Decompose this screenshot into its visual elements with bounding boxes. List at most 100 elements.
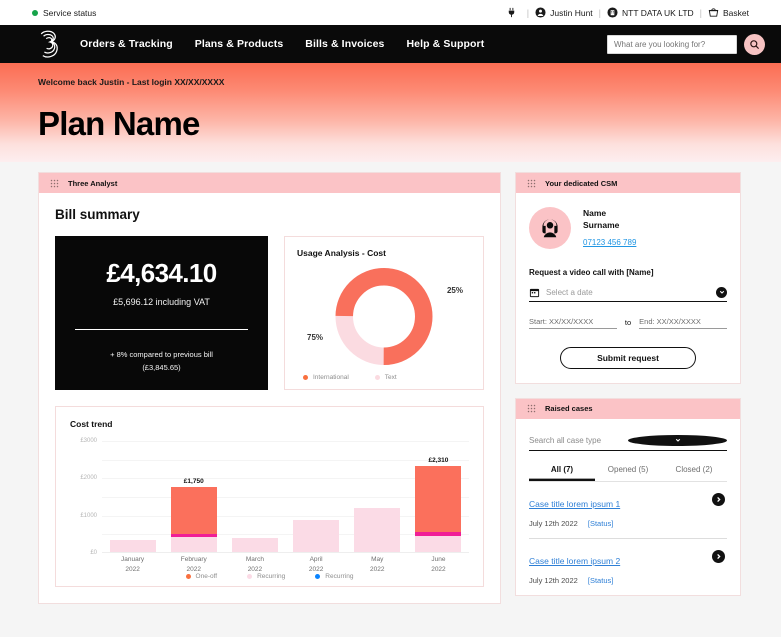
- case-list-item: Case title lorem ipsum 2 July 12th 2022 …: [529, 539, 727, 595]
- chevron-down-icon[interactable]: [628, 434, 727, 446]
- x-tick-june-year: 2022: [431, 565, 446, 573]
- three-analyst-card-header: Three Analyst: [39, 173, 500, 193]
- case-date: July 12th 2022: [529, 575, 578, 585]
- cost-trend-grid: £1,750 £2,310: [102, 441, 469, 553]
- donut-legend-text: Text: [374, 374, 397, 381]
- case-chevron-right-icon[interactable]: [712, 492, 725, 506]
- raised-cases-card: Raised cases Search all case type All (7…: [515, 397, 741, 596]
- cost-trend-x-axis: January 2022 February 2022 March 2022 Ap…: [102, 555, 469, 575]
- utility-item-account[interactable]: Justin Hunt: [535, 7, 593, 18]
- bar-segment-recurring: [415, 535, 462, 552]
- x-tick-april-month: April: [309, 556, 323, 563]
- case-meta: July 12th 2022 [Status]: [529, 519, 727, 528]
- nav-links: Orders & Tracking Plans & Products Bills…: [80, 38, 484, 50]
- x-tick-may-year: 2022: [370, 565, 385, 573]
- grid-dots-icon[interactable]: [527, 404, 536, 413]
- csm-card-body: Name Surname 07123 456 789 Request a vid…: [516, 193, 740, 383]
- case-type-search[interactable]: Search all case type: [529, 434, 727, 451]
- cost-trend-chart: Cost trend £0 £1000 £2000 £3000 £1,750 £…: [55, 406, 484, 587]
- avatar: [529, 207, 571, 250]
- csm-phone-link[interactable]: 07123 456 789: [583, 238, 636, 247]
- raised-cases-card-title: Raised cases: [545, 404, 593, 414]
- nav-link-bills-invoices[interactable]: Bills & Invoices: [305, 38, 384, 50]
- x-tick-january: January 2022: [102, 555, 163, 575]
- status-badge[interactable]: [Status]: [588, 519, 613, 528]
- utility-separator-1: |: [526, 7, 530, 18]
- video-call-request-label: Request a video call with [Name]: [529, 267, 654, 277]
- bar-column-may[interactable]: [347, 441, 408, 552]
- donut-legend-international: International: [303, 374, 349, 381]
- search-button[interactable]: [744, 33, 765, 55]
- bar-value-label-february: £1,750: [183, 477, 204, 485]
- utility-item-company[interactable]: NTT DATA UK LTD: [607, 7, 694, 18]
- utility-bar: Service status | Justin Hunt | NTT DATA …: [0, 0, 781, 25]
- basket-icon: [708, 7, 719, 18]
- cost-trend-y-axis: £0 £1000 £2000 £3000: [70, 438, 100, 556]
- bill-previous-amount: (£3,845.65): [142, 363, 181, 372]
- tab-all[interactable]: All (7): [529, 465, 595, 481]
- csm-first-name: Name: [583, 208, 607, 218]
- case-list-item: Case title lorem ipsum 1 July 12th 2022 …: [529, 482, 727, 539]
- x-tick-february: February 2022: [163, 555, 224, 575]
- service-status[interactable]: Service status: [32, 8, 96, 18]
- nav-link-help-support[interactable]: Help & Support: [407, 38, 485, 50]
- utility-separator-2: |: [598, 7, 602, 18]
- headset-agent-icon: [542, 219, 558, 238]
- bar-column-june[interactable]: £2,310: [408, 441, 469, 552]
- grid-dots-icon[interactable]: [50, 179, 59, 188]
- tab-opened[interactable]: Opened (5): [595, 465, 661, 481]
- nav-link-orders-tracking[interactable]: Orders & Tracking: [80, 38, 173, 50]
- bar-segment-recurring: [231, 538, 278, 552]
- start-date-field[interactable]: Start: XX/XX/XXXX: [529, 317, 617, 329]
- utility-item-company-label: NTT DATA UK LTD: [622, 7, 694, 18]
- bar-column-january[interactable]: [102, 441, 163, 552]
- tab-closed[interactable]: Closed (2): [661, 465, 727, 481]
- case-chevron-right-icon[interactable]: [712, 549, 725, 563]
- donut-label-international: 75%: [307, 333, 324, 342]
- end-date-field[interactable]: End: XX/XX/XXXX: [639, 317, 728, 329]
- bar-segment-recurring: [354, 507, 401, 552]
- case-title-link[interactable]: Case title lorem ipsum 1: [529, 499, 620, 509]
- bill-amount: £4,634.10: [106, 258, 217, 288]
- three-analyst-card: Three Analyst Bill summary £4,634.10 £5,…: [38, 172, 501, 604]
- date-range-row: Start: XX/XX/XXXX to End: XX/XX/XXXX: [529, 317, 728, 329]
- date-select-placeholder: Select a date: [546, 287, 593, 297]
- nav-link-plans-products[interactable]: Plans & Products: [195, 38, 284, 50]
- bar-column-april[interactable]: [286, 441, 347, 552]
- status-badge[interactable]: [Status]: [588, 576, 613, 585]
- donut-plot-area: 25% 75%: [297, 260, 471, 370]
- csm-last-name: Surname: [583, 220, 620, 231]
- search-input[interactable]: [607, 34, 737, 54]
- case-date: July 12th 2022: [529, 518, 578, 528]
- utility-item-plug[interactable]: [506, 7, 521, 18]
- bar-column-february[interactable]: £1,750: [163, 441, 224, 552]
- case-title-link[interactable]: Case title lorem ipsum 2: [529, 556, 620, 566]
- plug-icon: [506, 7, 517, 18]
- bill-summary-row: £4,634.10 £5,696.12 including VAT + 8% c…: [55, 236, 484, 390]
- raised-cases-body: Search all case type All (7) Opened (5) …: [516, 419, 740, 595]
- main-column: Three Analyst Bill summary £4,634.10 £5,…: [38, 172, 501, 604]
- utility-item-basket[interactable]: Basket: [708, 7, 749, 18]
- bill-summary-title: Bill summary: [55, 207, 140, 222]
- csm-card-title: Your dedicated CSM: [545, 178, 618, 188]
- donut-legend: International Text: [297, 370, 471, 381]
- calendar-icon: [529, 287, 540, 298]
- submit-request-button[interactable]: Submit request: [560, 346, 696, 369]
- csm-card-header: Your dedicated CSM: [516, 173, 740, 193]
- x-tick-january-year: 2022: [125, 565, 140, 573]
- chevron-down-icon[interactable]: [716, 286, 727, 298]
- grid-dots-icon[interactable]: [527, 179, 536, 188]
- donut-legend-international-label: International: [313, 374, 349, 381]
- bar-segment-recurring: [293, 520, 340, 552]
- usage-analysis-chart: Usage Analysis - Cost 25% 75% Internatio…: [284, 236, 484, 390]
- x-tick-february-year: 2022: [186, 565, 201, 573]
- page-title: Plan Name: [38, 105, 200, 142]
- hero-banner: Welcome back Justin - Last login XX/XX/X…: [0, 63, 781, 162]
- date-select-field[interactable]: Select a date: [529, 286, 727, 302]
- x-tick-june-month: June: [431, 556, 446, 563]
- side-column: Your dedicated CSM Name Surname 07123 45…: [515, 172, 741, 604]
- bill-total-panel: £4,634.10 £5,696.12 including VAT + 8% c…: [55, 236, 268, 390]
- three-logo-icon[interactable]: [32, 27, 66, 61]
- bar-segment-one-off: [415, 465, 462, 532]
- bar-column-march[interactable]: [224, 441, 285, 552]
